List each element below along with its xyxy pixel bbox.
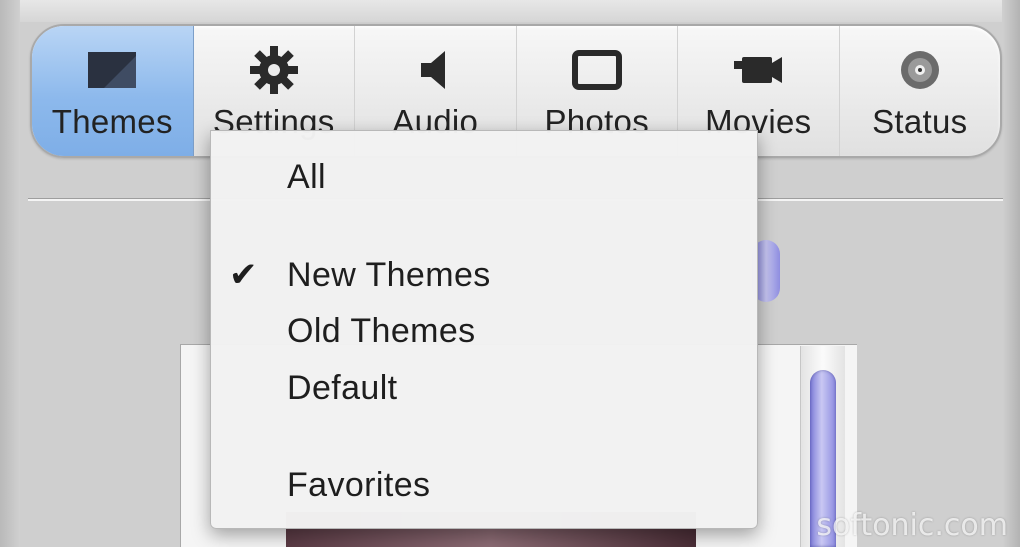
menu-item-label: All [287,157,326,196]
movie-camera-icon [730,45,786,95]
disc-icon [892,45,948,95]
checkmark-icon: ✔ [229,256,258,294]
menu-item-default[interactable]: Default [211,364,757,412]
menu-item-label: Old Themes [287,311,476,350]
menu-item-label: Favorites [287,465,431,504]
menu-item-label: New Themes [287,255,491,294]
window-right-edge [1002,0,1020,547]
settings-dropdown-menu: All ✔ New Themes Old Themes Default Favo… [210,130,758,529]
tab-status[interactable]: Status [840,26,1001,156]
menu-item-favorites[interactable]: Favorites [211,461,757,509]
tab-themes-label: Themes [51,103,173,140]
gear-icon [246,45,302,95]
tab-status-label: Status [872,103,968,140]
photo-frame-icon [569,45,625,95]
menu-item-new-themes[interactable]: ✔ New Themes [211,251,757,299]
menu-item-old-themes[interactable]: Old Themes [211,307,757,355]
menu-item-all[interactable]: All [211,153,757,201]
watermark: softonic.com [816,508,1008,543]
window-left-edge [0,0,20,547]
speaker-icon [407,45,463,95]
themes-icon [84,45,140,95]
window-top-strip [0,0,1020,22]
menu-item-label: Default [287,368,398,407]
app-window: Themes Settings Audio Photos Movies Stat… [0,0,1020,547]
tab-themes[interactable]: Themes [32,26,194,156]
